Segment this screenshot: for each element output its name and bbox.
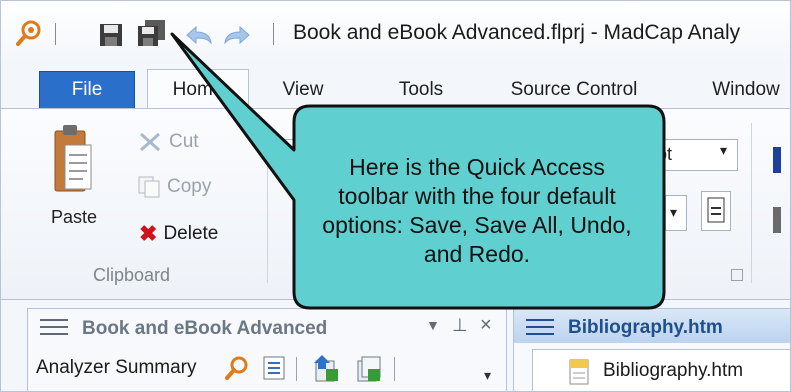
callout-text: Here is the Quick Access toolbar with th… xyxy=(322,154,632,267)
